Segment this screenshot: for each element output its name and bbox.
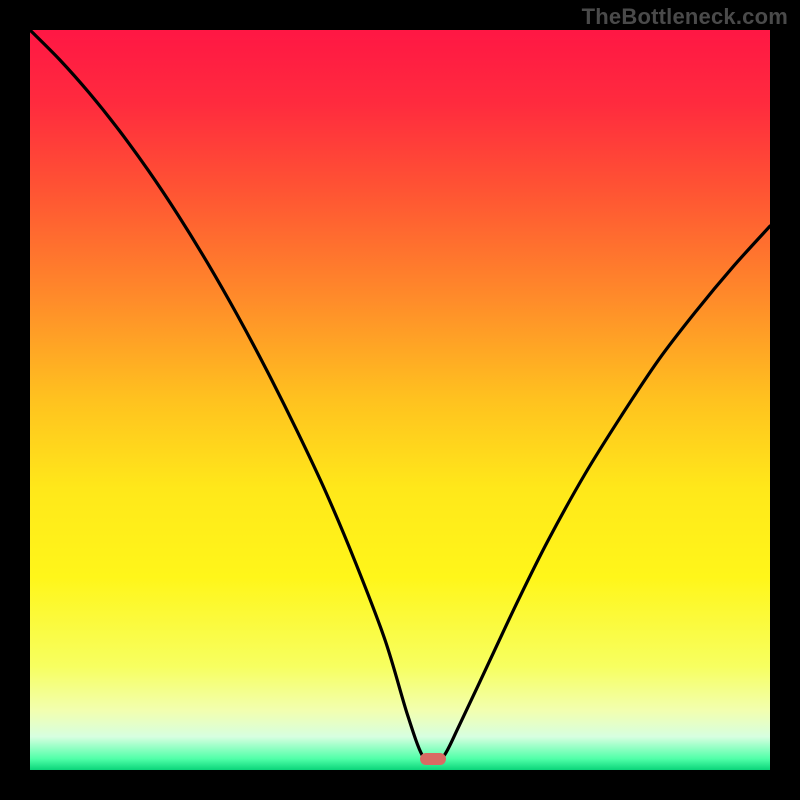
plot-area: [30, 30, 770, 770]
optimum-marker: [420, 753, 446, 765]
watermark-text: TheBottleneck.com: [582, 4, 788, 30]
chart-frame: TheBottleneck.com: [0, 0, 800, 800]
bottleneck-curve: [30, 30, 770, 770]
